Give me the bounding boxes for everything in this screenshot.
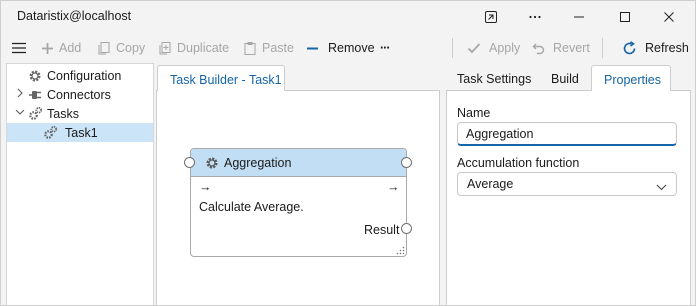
- selected-value: Average: [467, 177, 514, 191]
- remove-label: Remove: [328, 41, 375, 55]
- gears-icon: [28, 106, 43, 121]
- tree-item-label: Configuration: [47, 68, 122, 83]
- refresh-label: Refresh: [645, 41, 689, 55]
- add-button[interactable]: Add: [41, 34, 81, 62]
- checkmark-icon: [467, 43, 481, 54]
- accumulation-function-label: Accumulation function: [457, 156, 580, 170]
- copy-button[interactable]: Copy: [97, 34, 145, 62]
- refresh-icon: [623, 40, 636, 54]
- revert-label: Revert: [553, 41, 590, 55]
- chevron-down-icon[interactable]: [15, 108, 25, 119]
- minus-icon: [307, 47, 318, 49]
- maximize-button[interactable]: [602, 1, 648, 33]
- chevron-right-icon[interactable]: [16, 88, 26, 101]
- plus-icon: [42, 42, 53, 54]
- tree-item-label: Task1: [65, 125, 98, 140]
- plug-icon: [28, 89, 44, 101]
- paste-label: Paste: [262, 41, 294, 55]
- tree-item-connectors[interactable]: Connectors: [7, 85, 153, 104]
- aggregation-node[interactable]: Aggregation → → Calculate Average. Resul…: [190, 148, 407, 257]
- name-input[interactable]: [458, 123, 676, 144]
- output-arrow: →: [387, 180, 400, 194]
- remove-button[interactable]: Remove: [306, 34, 375, 62]
- tree-item-label: Tasks: [47, 106, 79, 121]
- tree-item-configuration[interactable]: Configuration: [7, 66, 153, 85]
- tab-properties[interactable]: Properties: [591, 65, 671, 91]
- copy-label: Copy: [116, 41, 146, 55]
- copy-icon: [98, 42, 110, 55]
- more-actions-button[interactable]: ···: [380, 34, 390, 62]
- node-description: Calculate Average.: [199, 200, 304, 214]
- apply-label: Apply: [489, 41, 521, 55]
- node-title: Aggregation: [224, 156, 292, 170]
- tab-task-settings[interactable]: Task Settings: [457, 66, 531, 91]
- toolbar-divider: [452, 38, 453, 58]
- close-button[interactable]: [646, 1, 692, 33]
- paste-button[interactable]: Paste: [243, 34, 294, 62]
- tree-item-tasks[interactable]: Tasks: [7, 104, 153, 123]
- refresh-button[interactable]: Refresh: [622, 34, 689, 62]
- accumulation-function-select[interactable]: Average: [457, 172, 677, 196]
- input-arrow: →: [199, 180, 212, 194]
- duplicate-icon: [159, 42, 171, 55]
- resize-grip-icon[interactable]: [396, 244, 405, 258]
- chevron-down-icon: [656, 180, 667, 194]
- output-label: Result: [364, 223, 400, 237]
- apply-button[interactable]: Apply: [467, 34, 520, 62]
- revert-button[interactable]: Revert: [532, 34, 590, 62]
- minimize-button[interactable]: [556, 1, 602, 33]
- hamburger-menu-button[interactable]: [11, 34, 27, 62]
- input-port[interactable]: [184, 157, 195, 168]
- navigation-tree: Configuration Connectors Tasks Task1: [6, 63, 154, 306]
- result-port[interactable]: [401, 223, 412, 234]
- tree-item-label: Connectors: [47, 87, 111, 102]
- toolbar-divider: [602, 38, 603, 58]
- gear-icon: [205, 156, 219, 173]
- undo-icon: [532, 43, 545, 54]
- window-layout-icon[interactable]: [468, 1, 514, 33]
- add-label: Add: [59, 41, 82, 55]
- gear-icon: [28, 69, 42, 83]
- duplicate-button[interactable]: Duplicate: [158, 34, 229, 62]
- window-title: Dataristix@localhost: [17, 9, 132, 23]
- name-label: Name: [457, 106, 491, 120]
- node-header[interactable]: Aggregation: [191, 149, 406, 177]
- name-field[interactable]: [457, 122, 677, 146]
- tab-build[interactable]: Build: [551, 66, 579, 91]
- hamburger-icon: [12, 42, 26, 54]
- more-options-icon[interactable]: [512, 1, 558, 33]
- toolbar: Add Copy Duplicate Paste Remove ··· Appl…: [1, 34, 695, 62]
- duplicate-label: Duplicate: [177, 41, 230, 55]
- tree-item-task1[interactable]: Task1: [7, 123, 153, 142]
- output-port[interactable]: [401, 157, 412, 168]
- tab-task-builder[interactable]: Task Builder - Task1: [157, 65, 285, 91]
- gears-icon: [43, 125, 58, 140]
- paste-icon: [244, 42, 256, 55]
